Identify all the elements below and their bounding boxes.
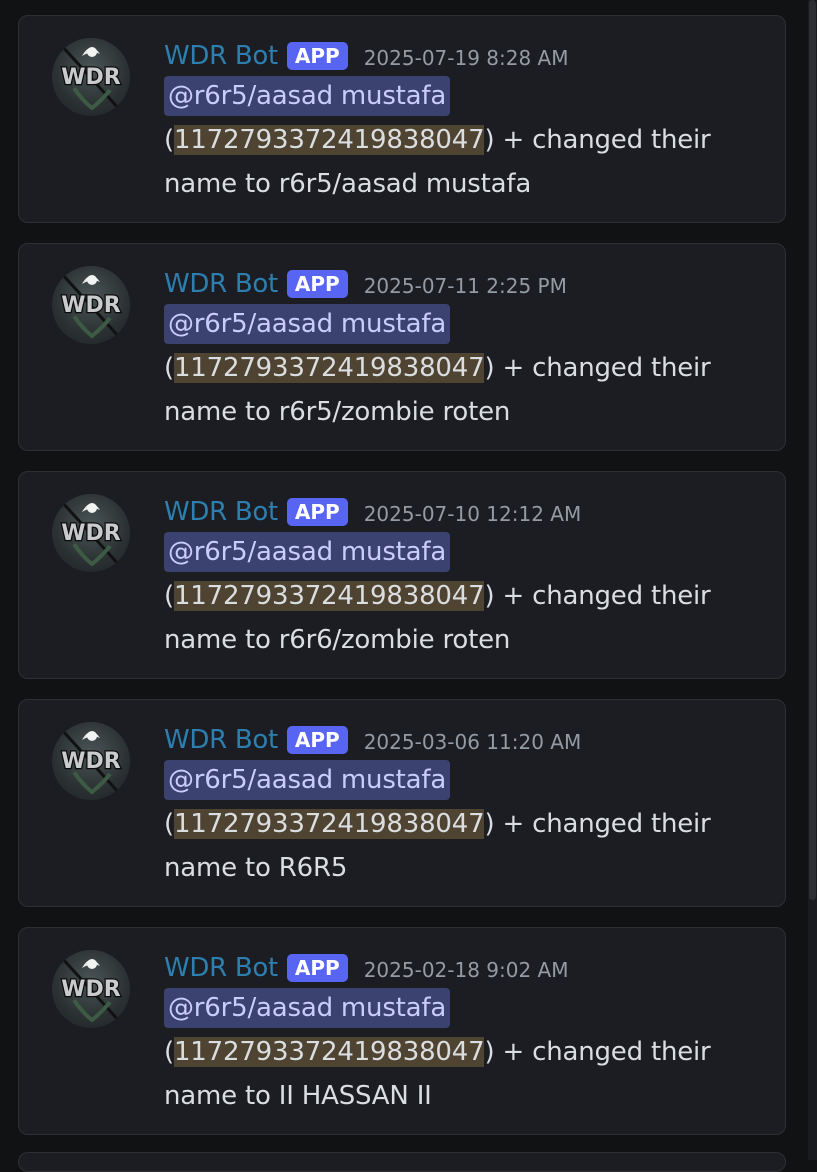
app-badge: APP <box>286 498 348 526</box>
avatar-logo-text: WDR <box>61 65 121 90</box>
message-list: WDR WDR Bot APP 2025-07-19 8:28 AM @r6r5… <box>0 0 808 1172</box>
paren-open: ( <box>164 1037 174 1067</box>
avatar-image-icon: WDR <box>60 728 122 796</box>
avatar-logo-text: WDR <box>61 293 121 318</box>
paren-open: ( <box>164 125 174 155</box>
message-body: @r6r5/aasad mustafa (1172793372419838047)… <box>164 74 764 206</box>
avatar-logo-text: WDR <box>61 977 121 1002</box>
bot-avatar[interactable]: WDR <box>52 950 130 1028</box>
message-timestamp[interactable]: 2025-03-06 11:20 AM <box>364 726 582 754</box>
avatar-image-icon: WDR <box>60 500 122 568</box>
user-id-highlight: 1172793372419838047 <box>173 809 485 839</box>
app-badge: APP <box>286 954 348 982</box>
message-card: WDR WDR Bot APP 2025-07-11 2:25 PM @r6r5… <box>18 243 786 451</box>
avatar-image-icon: WDR <box>60 44 122 112</box>
bot-avatar[interactable]: WDR <box>52 494 130 572</box>
scrollbar-track[interactable] <box>808 0 817 1160</box>
scrollbar-thumb[interactable] <box>809 0 816 900</box>
user-mention[interactable]: @r6r5/aasad mustafa <box>164 532 451 572</box>
bot-avatar[interactable]: WDR <box>52 722 130 800</box>
user-id-highlight: 1172793372419838047 <box>173 353 485 383</box>
avatar-image-icon: WDR <box>60 272 122 340</box>
avatar-logo-text: WDR <box>61 749 121 774</box>
message-author[interactable]: WDR Bot <box>164 497 278 527</box>
user-mention[interactable]: @r6r5/aasad mustafa <box>164 76 451 116</box>
message-card-partial <box>18 1152 786 1172</box>
paren-open: ( <box>164 353 174 383</box>
message-author[interactable]: WDR Bot <box>164 41 278 71</box>
message-body: @r6r5/aasad mustafa (1172793372419838047)… <box>164 758 764 890</box>
message-timestamp[interactable]: 2025-07-11 2:25 PM <box>364 270 567 298</box>
message-card: WDR WDR Bot APP 2025-02-18 9:02 AM @r6r5… <box>18 927 786 1135</box>
user-id-highlight: 1172793372419838047 <box>173 125 485 155</box>
paren-open: ( <box>164 809 174 839</box>
bot-avatar[interactable]: WDR <box>52 266 130 344</box>
bot-avatar[interactable]: WDR <box>52 38 130 116</box>
user-mention[interactable]: @r6r5/aasad mustafa <box>164 304 451 344</box>
message-author[interactable]: WDR Bot <box>164 953 278 983</box>
message-author[interactable]: WDR Bot <box>164 725 278 755</box>
app-badge: APP <box>286 42 348 70</box>
message-timestamp[interactable]: 2025-07-19 8:28 AM <box>364 42 569 70</box>
app-badge: APP <box>286 270 348 298</box>
message-timestamp[interactable]: 2025-07-10 12:12 AM <box>364 498 582 526</box>
user-mention[interactable]: @r6r5/aasad mustafa <box>164 988 451 1028</box>
avatar-image-icon: WDR <box>60 956 122 1024</box>
message-body: @r6r5/aasad mustafa (1172793372419838047)… <box>164 986 764 1118</box>
message-card: WDR WDR Bot APP 2025-07-19 8:28 AM @r6r5… <box>18 15 786 223</box>
message-body: @r6r5/aasad mustafa (1172793372419838047)… <box>164 302 764 434</box>
paren-open: ( <box>164 581 174 611</box>
user-id-highlight: 1172793372419838047 <box>173 581 485 611</box>
message-card: WDR WDR Bot APP 2025-03-06 11:20 AM @r6r… <box>18 699 786 907</box>
message-author[interactable]: WDR Bot <box>164 269 278 299</box>
user-mention[interactable]: @r6r5/aasad mustafa <box>164 760 451 800</box>
app-badge: APP <box>286 726 348 754</box>
message-card: WDR WDR Bot APP 2025-07-10 12:12 AM @r6r… <box>18 471 786 679</box>
message-body: @r6r5/aasad mustafa (1172793372419838047)… <box>164 530 764 662</box>
user-id-highlight: 1172793372419838047 <box>173 1037 485 1067</box>
message-timestamp[interactable]: 2025-02-18 9:02 AM <box>364 954 569 982</box>
avatar-logo-text: WDR <box>61 521 121 546</box>
